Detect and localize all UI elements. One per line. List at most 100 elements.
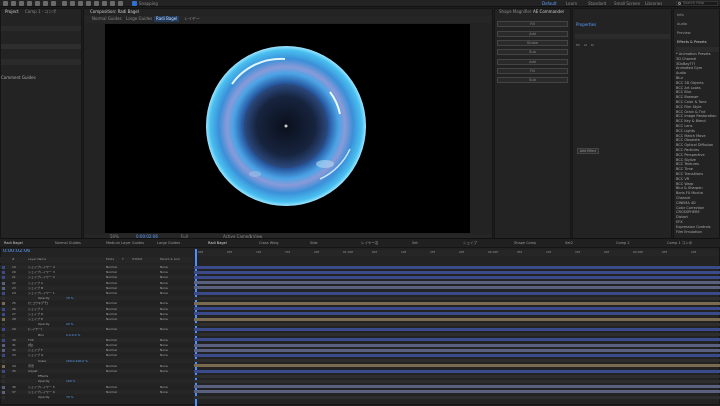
layer-name[interactable]: シェイプレイヤー 4 (28, 265, 55, 269)
effect-category-item[interactable]: Film Emulation (676, 230, 702, 234)
effect-category-item[interactable]: BCC Color & Tone (676, 100, 707, 104)
effect-category-item[interactable]: BCC Perspective (676, 153, 705, 157)
effect-category-item[interactable]: BCC Browser (676, 95, 699, 99)
layer-label-color[interactable] (2, 349, 5, 353)
camera-tool-icon[interactable] (43, 1, 48, 6)
layer-name[interactable]: シェイプレイヤー 6 (28, 390, 55, 394)
layer-name[interactable]: シェイプ B (28, 286, 43, 290)
project-comp-title[interactable]: Comp 1 · コンポ (23, 9, 58, 15)
layer-label-color[interactable] (2, 276, 5, 280)
timeline-tab[interactable]: Set (412, 241, 418, 246)
property-value[interactable]: 70 % (66, 296, 74, 300)
workspace-standard[interactable]: Standard (588, 1, 606, 6)
layer-label-color[interactable] (2, 271, 5, 275)
pen-tool-icon[interactable] (70, 1, 75, 6)
timeline-current-time[interactable]: 0:00:02:06 (3, 249, 30, 254)
property-value[interactable]: 70 % (66, 395, 74, 399)
audio-tab[interactable]: Audio (677, 22, 687, 27)
layer-label-color[interactable] (2, 359, 5, 363)
layer-row[interactable]: 23 シェイプ B Normal None (0, 285, 193, 290)
effect-category-item[interactable]: BCC Lights (676, 129, 695, 133)
layer-name[interactable]: シェイプ F (28, 348, 43, 352)
timeline-tab[interactable]: Comp 2 (616, 241, 630, 246)
layer-duration-bar[interactable] (194, 343, 720, 347)
home-icon[interactable] (3, 1, 8, 6)
property-row[interactable]: Effects (0, 374, 193, 379)
layer-row[interactable]: 28 シェイプ E Normal None (0, 317, 193, 321)
layer-duration-bar[interactable] (194, 333, 720, 337)
layer-row[interactable]: 21 シェイプレイヤー 2 Normal None (0, 275, 193, 280)
layer-label-color[interactable] (2, 266, 5, 269)
subtab-radi-bagel[interactable]: Radi Bagel (154, 16, 180, 22)
layer-name[interactable]: Opacity (38, 395, 50, 399)
column-header[interactable]: Parent & Link (160, 257, 180, 262)
effect-category-item[interactable]: BCC 3D Objects (676, 81, 704, 85)
layer-duration-bar[interactable] (194, 265, 720, 269)
layer-duration-bar[interactable] (194, 380, 720, 383)
effect-category-item[interactable]: Distort (676, 215, 688, 219)
layer-name[interactable]: Opacity (38, 379, 50, 383)
layer-name[interactable]: シェイプレイヤー 5 (28, 385, 55, 389)
timeline-tab[interactable]: Comp 1 コンポ (667, 241, 692, 246)
layer-row[interactable]: 35 Adjust Normal None (0, 369, 193, 373)
layer-duration-bar[interactable] (194, 395, 720, 399)
property-value[interactable]: 100 % (66, 379, 76, 383)
property-row[interactable]: Opacity 70 % (0, 296, 193, 301)
effect-category-item[interactable]: BCC Obsolete (676, 138, 700, 142)
layer-label-color[interactable] (2, 281, 5, 285)
layer-name[interactable]: Scale (38, 359, 46, 363)
property-row[interactable]: Scale 100.0,100.0 % (0, 358, 193, 363)
timeline-tab[interactable]: Radi Bagel (4, 241, 23, 246)
effect-category-item[interactable]: BCC Blur (676, 90, 691, 94)
project-search-bar[interactable] (1, 26, 81, 31)
property-row[interactable]: Opacity 20 % (0, 322, 193, 327)
layer-name[interactable]: シェイプレイヤー 2 (28, 275, 55, 279)
project-tab[interactable]: Project (3, 9, 21, 15)
anchor-point-icon[interactable] (284, 124, 288, 128)
properties-field[interactable] (575, 34, 670, 39)
comp-viewer[interactable] (105, 24, 470, 233)
layer-duration-bar[interactable] (194, 322, 720, 326)
layer-row[interactable]: 30 Tint Normal None (0, 337, 193, 342)
timeline-tab[interactable]: Set2 (565, 241, 573, 246)
layer-duration-bar[interactable] (194, 354, 720, 357)
timeline-tab[interactable]: レイヤー名 (361, 241, 378, 246)
layer-label-color[interactable] (2, 292, 5, 295)
layer-duration-bar[interactable] (194, 328, 720, 331)
timeline-tab[interactable]: Cross Wing (259, 241, 279, 246)
layer-label-color[interactable] (2, 390, 5, 394)
shape-button-fill-2[interactable]: Fill (497, 68, 568, 74)
layer-name[interactable]: シェイプ G (28, 353, 43, 357)
layer-duration-bar[interactable] (194, 338, 720, 342)
info-tab[interactable]: Info (677, 13, 684, 18)
effect-category-item[interactable]: Color Correction (676, 206, 704, 210)
layer-duration-bar[interactable] (194, 291, 720, 295)
effect-category-item[interactable]: 3D Channel (676, 57, 696, 61)
effect-category-item[interactable]: Audio (676, 71, 686, 75)
effect-category-item[interactable]: BCC Lens (676, 124, 692, 128)
workspace-learn[interactable]: Learn (566, 1, 577, 6)
layer-name[interactable]: シェイプ D (28, 312, 43, 316)
effect-category-item[interactable]: BCC VR (676, 177, 689, 181)
layer-row[interactable]: 26 シェイプ C Normal None (0, 306, 193, 311)
layer-row[interactable]: 31 [色] Normal None (0, 343, 193, 347)
layer-label-color[interactable] (2, 396, 5, 399)
effect-category-item[interactable]: * Animation Presets (676, 52, 711, 56)
layer-label-color[interactable] (2, 302, 5, 306)
add-effect-button[interactable]: Add Effect (577, 148, 599, 154)
effect-category-item[interactable]: BCC Key & Blend (676, 119, 706, 123)
layer-label-color[interactable] (2, 297, 5, 301)
pan-behind-tool-icon[interactable] (51, 1, 56, 6)
layer-duration-bar[interactable] (194, 276, 720, 279)
layer-label-color[interactable] (2, 354, 5, 358)
effect-category-item[interactable]: BCC Art Looks (676, 86, 701, 90)
hand-tool-icon[interactable] (19, 1, 24, 6)
layer-name[interactable]: シェイプ C (28, 307, 43, 311)
layer-row[interactable]: 22 シェイプ A Normal None (0, 280, 193, 285)
timeline-tab[interactable]: シェイプ (463, 241, 477, 246)
layer-duration-bar[interactable] (194, 296, 720, 300)
layer-row[interactable]: 36 シェイプレイヤー 5 Normal None (0, 384, 193, 389)
shape-button-sub[interactable]: Sub (497, 49, 568, 55)
property-value[interactable]: 100.0,100.0 % (66, 359, 88, 363)
layer-name[interactable]: Opacity (38, 322, 50, 326)
